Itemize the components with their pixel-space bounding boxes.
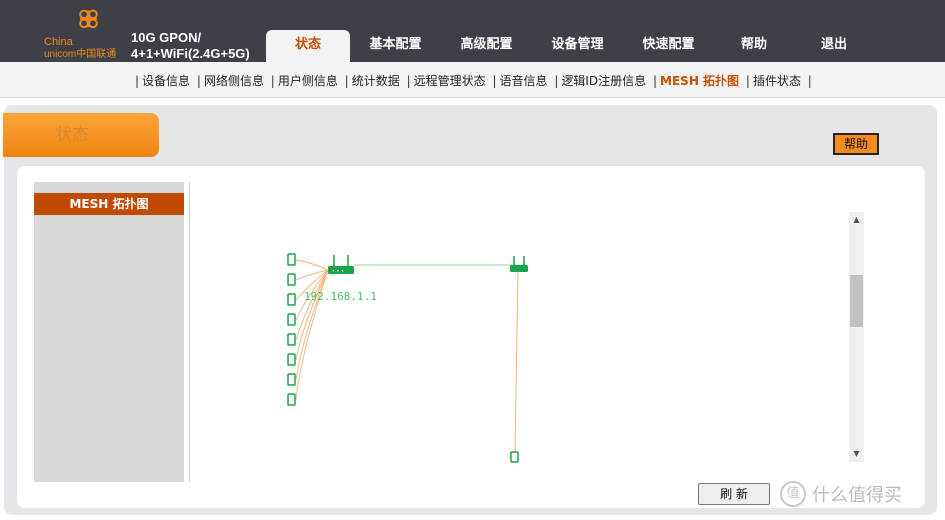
- product-name: 10G GPON/ 4+1+WiFi(2.4G+5G): [131, 30, 250, 62]
- left-menu: [34, 182, 184, 482]
- watermark-logo-icon: 值: [780, 481, 806, 507]
- satellite-client-device-icon: [510, 451, 519, 463]
- scroll-down-arrow-icon[interactable]: ▼: [849, 446, 864, 462]
- client-device-icon: [287, 353, 296, 366]
- nav-tab-advanced-config[interactable]: 高级配置: [441, 30, 532, 62]
- product-line-2: 4+1+WiFi(2.4G+5G): [131, 46, 250, 61]
- subnav-voice-info[interactable]: 语音信息: [500, 74, 548, 88]
- subnav-remote-mgmt-status[interactable]: 远程管理状态: [414, 74, 486, 88]
- help-button[interactable]: 帮助: [833, 133, 879, 155]
- unicom-logo: [79, 9, 98, 29]
- topology-scrollbar[interactable]: ▲ ▼: [849, 212, 864, 462]
- product-line-1: 10G GPON/: [131, 30, 202, 45]
- nav-tab-basic-config[interactable]: 基本配置: [350, 30, 441, 62]
- main-router-icon: • • •: [328, 255, 354, 275]
- client-link-1: [295, 259, 329, 271]
- nav-tab-quick-config[interactable]: 快速配置: [623, 30, 714, 62]
- scroll-up-arrow-icon[interactable]: ▲: [849, 212, 864, 228]
- client-device-icon: [287, 293, 296, 306]
- sidebar-item-mesh-topology[interactable]: MESH 拓扑图: [34, 193, 184, 215]
- main-router-ip-label: 192.168.1.1: [304, 290, 377, 303]
- main-nav: 状态 基本配置 高级配置 设备管理 快速配置 帮助 退出: [266, 30, 874, 62]
- watermark: 值 什么值得买: [780, 481, 902, 507]
- subnav-logical-id-registration[interactable]: 逻辑ID注册信息: [561, 74, 646, 88]
- sub-nav-links: | 设备信息 | 网络侧信息 | 用户侧信息 | 统计数据 | 远程管理状态 | 语音信息 …: [135, 74, 812, 88]
- nav-tab-device-management[interactable]: 设备管理: [532, 30, 623, 62]
- client-device-icon: [287, 333, 296, 346]
- nav-tab-status[interactable]: 状态: [266, 30, 350, 62]
- client-device-icon: [287, 373, 296, 386]
- satellite-router-icon: [510, 256, 528, 272]
- section-title: 状态: [3, 113, 159, 157]
- client-device-icon: [287, 393, 296, 406]
- refresh-button[interactable]: 刷 新: [698, 483, 770, 505]
- left-menu-divider: [189, 182, 190, 482]
- subnav-user-side-info[interactable]: 用户侧信息: [278, 74, 338, 88]
- mesh-topology-diagram: • • • 192.168.1.1: [287, 253, 528, 463]
- nav-tab-logout[interactable]: 退出: [794, 30, 874, 62]
- logo-text-unicom: unicom中国联通: [44, 49, 117, 60]
- scroll-thumb[interactable]: [850, 275, 863, 327]
- sub-nav-bar: | 设备信息 | 网络侧信息 | 用户侧信息 | 统计数据 | 远程管理状态 | 语音信息 …: [0, 62, 945, 98]
- satellite-client-link: [514, 271, 519, 453]
- nav-tab-help[interactable]: 帮助: [714, 30, 794, 62]
- subnav-network-side-info[interactable]: 网络侧信息: [204, 74, 264, 88]
- watermark-text: 什么值得买: [812, 485, 902, 506]
- subnav-device-info[interactable]: 设备信息: [142, 74, 190, 88]
- svg-text:• • •: • • •: [332, 269, 344, 275]
- client-device-icon: [287, 273, 296, 286]
- subnav-plugin-status[interactable]: 插件状态: [753, 74, 801, 88]
- subnav-statistics[interactable]: 统计数据: [352, 74, 400, 88]
- subnav-mesh-topology[interactable]: MESH 拓扑图: [660, 74, 739, 88]
- client-device-icon: [287, 253, 296, 266]
- client-device-icon: [287, 313, 296, 326]
